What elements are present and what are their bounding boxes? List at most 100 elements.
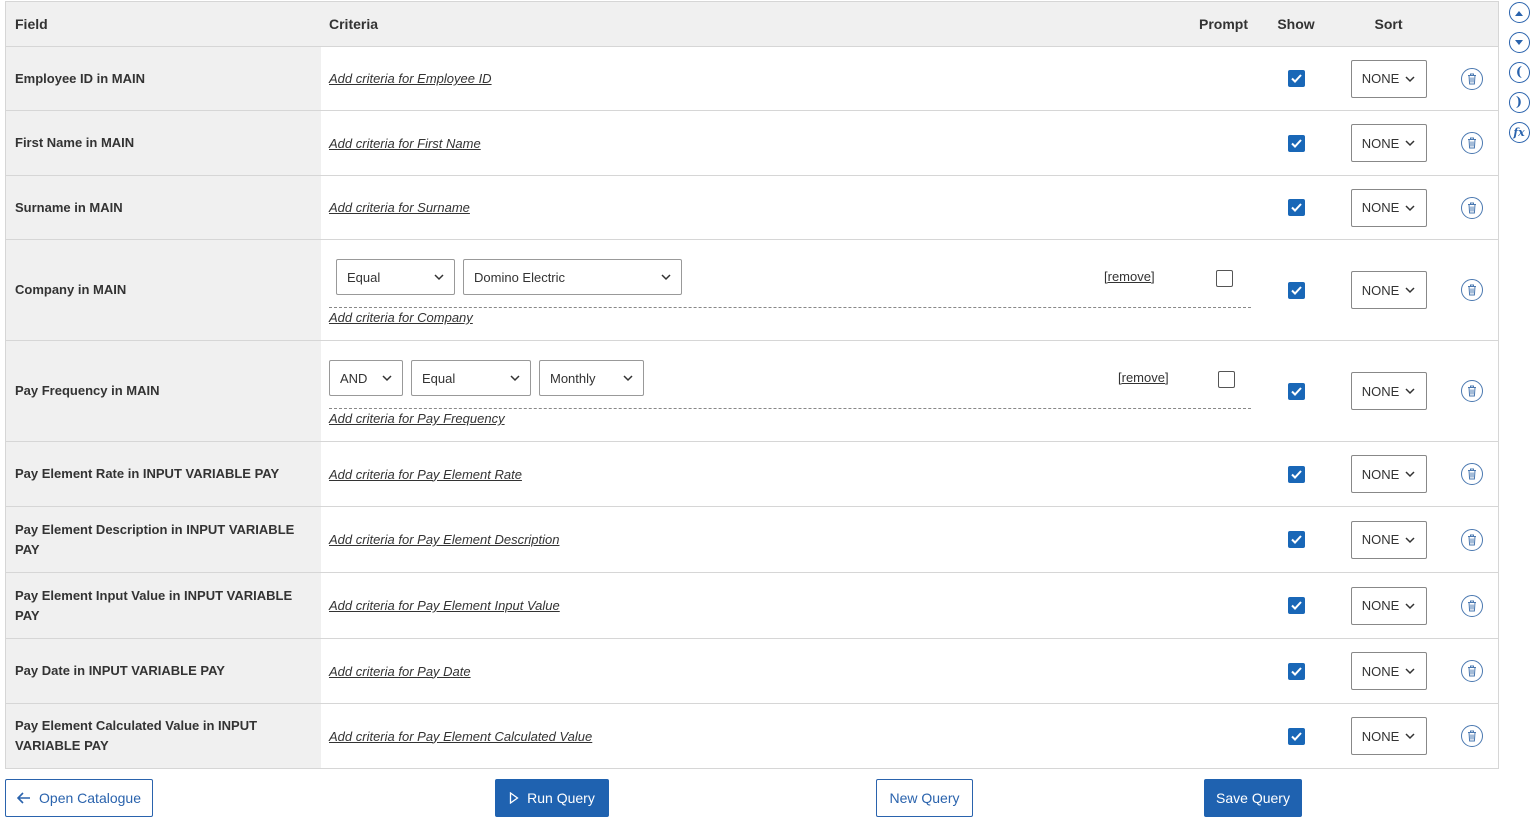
move-down-button[interactable] [1508,32,1530,53]
open-paren-button[interactable]: ( [1508,62,1530,83]
conjunction-value: AND [340,370,368,386]
chevron-down-icon [1405,536,1415,543]
field-name: Pay Element Description in INPUT VARIABL… [6,507,321,572]
show-checkbox[interactable] [1287,531,1305,548]
field-name: Pay Element Rate in INPUT VARIABLE PAY [6,442,321,506]
chevron-down-icon [661,274,671,281]
trash-icon [1468,600,1476,611]
sort-select[interactable]: NONE [1350,717,1427,755]
add-criteria-link[interactable]: Add criteria for First Name [329,136,1186,151]
table-row: Pay Date in INPUT VARIABLE PAY Add crite… [6,639,1498,704]
sort-select[interactable]: NONE [1350,372,1427,410]
table-row: Pay Element Rate in INPUT VARIABLE PAY A… [6,442,1498,507]
criterion-line: AND Equal Monthly [remove] [329,360,1251,409]
side-toolbar: ( ) fx [1508,0,1530,152]
sort-select[interactable]: NONE [1350,520,1427,559]
save-query-button[interactable]: Save Query [1204,779,1302,817]
sort-select[interactable]: NONE [1350,271,1427,309]
add-criteria-link[interactable]: Add criteria for Company [329,310,473,325]
table-row: Pay Frequency in MAIN AND Equal Monthly … [6,341,1498,442]
sort-value: NONE [1361,200,1400,215]
open-catalogue-button[interactable]: Open Catalogue [5,779,153,817]
add-criteria-link[interactable]: Add criteria for Pay Element Rate [329,467,1186,482]
delete-row-button[interactable] [1461,380,1483,402]
close-paren-icon: ) [1515,95,1523,110]
save-query-label: Save Query [1216,790,1290,806]
sort-select[interactable]: NONE [1350,586,1427,625]
field-name: Company in MAIN [6,240,321,340]
remove-criterion-link[interactable]: [remove] [1118,370,1169,385]
show-checkbox[interactable] [1287,281,1305,299]
show-checkbox[interactable] [1287,662,1305,680]
criterion-value: Monthly [550,370,596,386]
run-query-button[interactable]: Run Query [495,779,609,817]
delete-row-button[interactable] [1461,196,1483,219]
trash-icon [1468,202,1476,213]
open-paren-icon: ( [1515,65,1523,80]
chevron-down-icon [1405,602,1415,609]
show-checkbox[interactable] [1287,597,1305,614]
delete-row-button[interactable] [1461,594,1483,617]
table-row: Pay Element Description in INPUT VARIABL… [6,507,1498,573]
show-checkbox[interactable] [1287,199,1305,216]
chevron-down-icon [510,375,520,382]
trash-icon [1468,665,1476,677]
delete-row-button[interactable] [1461,132,1483,154]
show-checkbox[interactable] [1287,134,1305,152]
operator-select[interactable]: Equal [336,259,455,295]
sort-select[interactable]: NONE [1350,188,1427,227]
sort-select[interactable]: NONE [1350,652,1427,690]
function-button[interactable]: fx [1508,122,1530,143]
delete-row-button[interactable] [1461,660,1483,682]
add-criteria-link[interactable]: Add criteria for Pay Frequency [329,411,505,426]
remove-criterion-link[interactable]: [remove] [1104,269,1155,284]
sort-value: NONE [1361,663,1400,679]
show-checkbox[interactable] [1287,727,1305,745]
add-criteria-link[interactable]: Add criteria for Pay Element Description [329,532,1186,547]
header-show: Show [1277,16,1315,32]
conjunction-select[interactable]: AND [329,360,403,396]
table-row: Company in MAIN Equal Domino Electric [r… [6,240,1498,341]
delete-row-button[interactable] [1461,725,1483,747]
operator-select[interactable]: Equal [411,360,531,396]
sort-select[interactable]: NONE [1350,59,1427,98]
chevron-down-icon [434,274,444,281]
sort-value: NONE [1361,282,1400,298]
delete-row-button[interactable] [1461,67,1483,90]
sort-select[interactable]: NONE [1350,455,1427,493]
add-criteria-link[interactable]: Add criteria for Pay Element Input Value [329,598,1186,613]
prompt-checkbox[interactable] [1216,270,1233,287]
add-criteria-link[interactable]: Add criteria for Pay Element Calculated … [329,729,1186,744]
sort-select[interactable]: NONE [1350,124,1427,162]
sort-value: NONE [1361,383,1400,399]
add-criteria-link[interactable]: Add criteria for Employee ID [329,71,1186,86]
open-catalogue-label: Open Catalogue [39,790,141,806]
run-query-label: Run Query [527,790,595,806]
delete-row-button[interactable] [1461,279,1483,301]
show-checkbox[interactable] [1287,465,1305,483]
sort-value: NONE [1361,532,1400,547]
move-up-icon [1515,10,1523,16]
table-row: Surname in MAIN Add criteria for Surname… [6,176,1498,240]
header-criteria: Criteria [329,16,379,32]
add-criteria-link[interactable]: Add criteria for Surname [329,200,1186,215]
arrow-left-icon [17,792,31,804]
delete-row-button[interactable] [1461,463,1483,485]
value-select[interactable]: Monthly [539,360,644,396]
field-name: Pay Element Input Value in INPUT VARIABL… [6,573,321,638]
show-checkbox[interactable] [1287,70,1305,87]
new-query-button[interactable]: New Query [876,779,973,817]
chevron-down-icon [623,375,633,382]
trash-icon [1468,730,1476,742]
chevron-down-icon [1405,204,1415,211]
delete-row-button[interactable] [1461,528,1483,551]
add-criteria-link[interactable]: Add criteria for Pay Date [329,664,1186,679]
chevron-down-icon [1405,733,1415,740]
chevron-down-icon [1405,471,1415,478]
move-up-button[interactable] [1508,2,1530,23]
value-select[interactable]: Domino Electric [463,259,682,295]
close-paren-button[interactable]: ) [1508,92,1530,113]
prompt-checkbox[interactable] [1218,371,1235,388]
header-sort: Sort [1374,16,1403,32]
show-checkbox[interactable] [1287,382,1305,400]
